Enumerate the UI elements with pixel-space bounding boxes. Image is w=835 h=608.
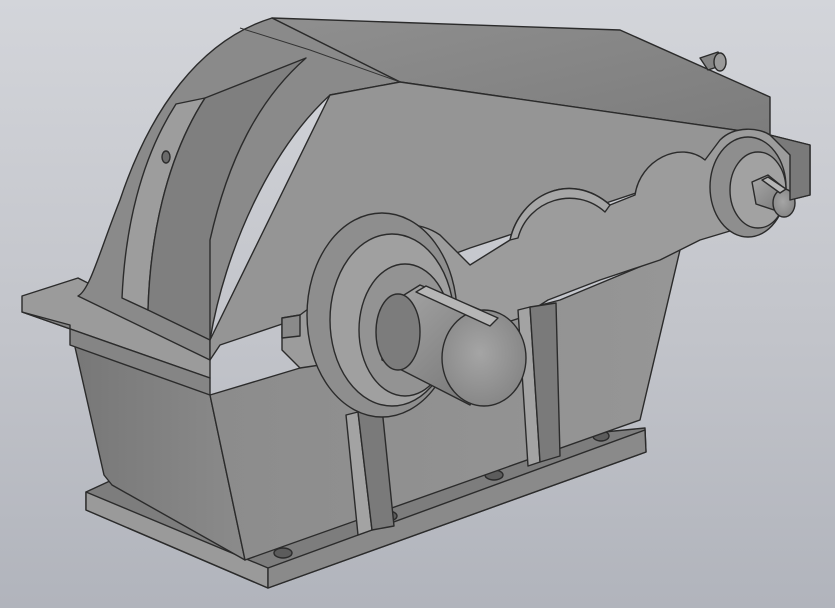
- gearbox-model[interactable]: [0, 0, 835, 608]
- cad-viewport[interactable]: [0, 0, 835, 608]
- lifting-eye-hole: [161, 150, 171, 164]
